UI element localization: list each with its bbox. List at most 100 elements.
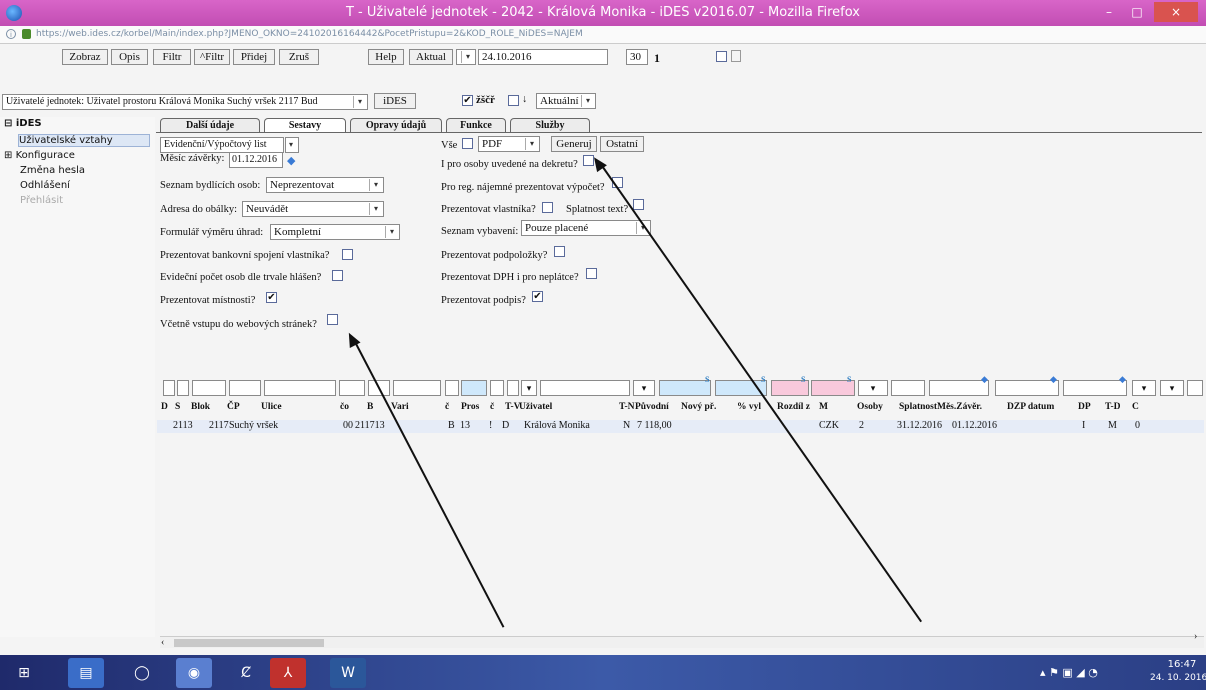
calendar-icon[interactable]: ◆ <box>1050 374 1057 385</box>
tray-icons[interactable]: ▴ ⚑ ▣ ◢ ◔ <box>1040 666 1098 679</box>
filter-input[interactable] <box>339 380 365 396</box>
tab-sluzby[interactable]: Služby <box>510 118 590 132</box>
bank-checkbox[interactable] <box>342 249 353 260</box>
scroll-right-icon[interactable]: › <box>1194 631 1197 642</box>
dph-checkbox[interactable] <box>586 268 597 279</box>
filter-input[interactable] <box>177 380 189 396</box>
filter-input[interactable] <box>891 380 925 396</box>
sidebar-root[interactable]: ⊟ iDES <box>4 118 42 129</box>
filter-input[interactable] <box>1187 380 1203 396</box>
opis-button[interactable]: Opis <box>111 49 148 65</box>
column-header[interactable]: ČP <box>227 402 240 412</box>
ides-button[interactable]: iDES <box>374 93 416 109</box>
column-header[interactable]: Vari <box>391 402 409 412</box>
format-select[interactable]: PDF ▾ <box>478 136 540 152</box>
calendar-icon[interactable]: ◆ <box>1119 374 1126 385</box>
filter-input[interactable] <box>659 380 711 396</box>
aktualni-select[interactable]: Aktuální ▾ <box>536 93 596 109</box>
column-header[interactable]: č <box>445 402 449 412</box>
column-header[interactable]: Splatnost <box>899 402 937 412</box>
generuj-button[interactable]: Generuj <box>551 136 597 152</box>
podpis-checkbox[interactable]: ✔ <box>532 291 543 302</box>
word-icon[interactable]: W <box>330 658 366 688</box>
column-header[interactable]: T-N <box>619 402 635 412</box>
close-button[interactable]: × <box>1154 2 1198 22</box>
tab-dalsi-udaje[interactable]: Další údaje <box>160 118 260 132</box>
mistnosti-checkbox[interactable]: ✔ <box>266 292 277 303</box>
vse-checkbox[interactable] <box>462 138 473 149</box>
filter-input[interactable] <box>393 380 441 396</box>
column-header[interactable]: Rozdíl z <box>777 402 810 412</box>
column-header[interactable]: Osoby <box>857 402 883 412</box>
filter-input[interactable] <box>461 380 487 396</box>
tab-funkce[interactable]: Funkce <box>446 118 506 132</box>
clock-date[interactable]: 24. 10. 2016 <box>1150 673 1206 683</box>
filter-dropdown[interactable]: ▾ <box>858 380 888 396</box>
opera-icon[interactable]: ◯ <box>124 658 160 688</box>
filter-input[interactable] <box>507 380 519 396</box>
column-header[interactable]: DP <box>1078 402 1091 412</box>
table-row[interactable]: 2113 2117 Suchý vršek 00 211713 B 13! D Králová … <box>157 420 1204 433</box>
column-header[interactable]: % vyl <box>737 402 761 412</box>
column-header[interactable]: D <box>161 402 168 412</box>
column-header[interactable]: C <box>1132 402 1139 412</box>
help-button[interactable]: Help <box>368 49 404 65</box>
sidebar-item-konfigurace[interactable]: ⊞ Konfigurace <box>4 150 75 161</box>
toolbar-checkbox[interactable] <box>716 51 727 62</box>
column-header[interactable]: B <box>367 402 373 412</box>
filter-input[interactable] <box>540 380 630 396</box>
filter-dropdown[interactable]: ▾ <box>1132 380 1156 396</box>
minimize-button[interactable]: – <box>1096 2 1122 22</box>
calendar-icon[interactable]: ◆ <box>981 374 988 385</box>
count-input[interactable]: 30 <box>626 49 648 65</box>
zscr-checkbox[interactable]: ✔ <box>462 95 473 106</box>
filter-input[interactable] <box>264 380 336 396</box>
filter-input[interactable] <box>229 380 261 396</box>
url-bar[interactable]: i https://web.ides.cz/korbel/Main/index.… <box>0 26 1206 44</box>
windows-start-icon[interactable]: ⊞ <box>6 658 42 688</box>
vybaveni-select[interactable]: Pouze placené▾ <box>521 220 651 236</box>
column-header[interactable]: Blok <box>191 402 210 412</box>
firefox-taskbar-icon[interactable]: ◉ <box>176 658 212 688</box>
date-input[interactable]: 24.10.2016 <box>478 49 608 65</box>
horizontal-scrollbar[interactable]: ‹ › <box>160 631 1204 648</box>
filtr-button[interactable]: Filtr <box>153 49 191 65</box>
column-header[interactable]: č <box>490 402 494 412</box>
ccleaner-icon[interactable]: Ȼ <box>228 658 264 688</box>
calendar-icon[interactable]: ◆ <box>287 154 295 167</box>
file-explorer-icon[interactable]: ▤ <box>68 658 104 688</box>
aktual-select[interactable]: ▾ <box>456 49 476 65</box>
sidebar-item-odhlaseni[interactable]: Odhlášení <box>20 180 70 191</box>
column-header[interactable]: Ulice <box>261 402 282 412</box>
report-type-arrow[interactable]: ▾ <box>285 137 299 153</box>
column-header[interactable]: Měs.Závěr. <box>937 402 982 412</box>
column-header[interactable]: S <box>175 402 180 412</box>
evidencni-checkbox[interactable] <box>332 270 343 281</box>
report-type-select[interactable]: Evidenční/Výpočtový list <box>160 137 284 153</box>
filtr-reset-button[interactable]: ^Filtr <box>194 49 230 65</box>
column-header[interactable]: Pros <box>461 402 479 412</box>
filter-input[interactable] <box>163 380 175 396</box>
sort-checkbox[interactable] <box>508 95 519 106</box>
formular-select[interactable]: Kompletní ▾ <box>270 224 400 240</box>
sidebar-item-zmena-hesla[interactable]: Změna hesla <box>20 165 85 176</box>
expand-icon[interactable] <box>731 50 741 62</box>
tab-sestavy[interactable]: Sestavy <box>264 118 346 132</box>
aktual-button[interactable]: Aktual <box>409 49 453 65</box>
podpolozky-checkbox[interactable] <box>554 246 565 257</box>
vlastnika-checkbox[interactable] <box>542 202 553 213</box>
vcetne-checkbox[interactable] <box>327 314 338 325</box>
zrus-button[interactable]: Zruš <box>279 49 319 65</box>
scrollbar-thumb[interactable] <box>174 639 324 647</box>
scroll-left-icon[interactable]: ‹ <box>161 637 164 648</box>
filter-input[interactable] <box>929 380 989 396</box>
column-header[interactable]: Nový př. <box>681 402 716 412</box>
column-header[interactable]: Původní <box>635 402 669 412</box>
column-header[interactable]: čo <box>340 402 349 412</box>
zobraz-button[interactable]: Zobraz <box>62 49 108 65</box>
seznam-select[interactable]: Neprezentovat ▾ <box>266 177 384 193</box>
sidebar-item-prehlasit[interactable]: Přehlásit <box>20 195 63 206</box>
url-text[interactable]: https://web.ides.cz/korbel/Main/index.ph… <box>36 29 583 39</box>
info-icon[interactable]: i <box>6 29 16 39</box>
column-header[interactable]: Uživatel <box>519 402 552 412</box>
